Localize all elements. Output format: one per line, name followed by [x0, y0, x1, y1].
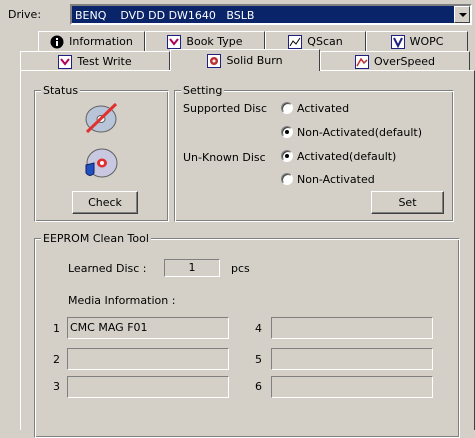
media-slot-1-number: 1 [53, 322, 60, 335]
check-button-label: Check [88, 196, 122, 209]
media-slot-3-field [67, 376, 229, 398]
drive-label: Drive: [8, 8, 42, 21]
media-slot-1-field: CMC MAG F01 [67, 317, 229, 339]
drive-select-value: BENQ DVD DD DW1640 BSLB [75, 9, 255, 22]
media-slot-4-number: 4 [255, 322, 262, 335]
unknown-disc-label: Un-Known Disc [183, 151, 266, 164]
supported-disc-label: Supported Disc [183, 102, 268, 115]
media-slot-2-field [67, 348, 229, 370]
status-group: Status Check [34, 84, 169, 222]
tab-overspeed[interactable]: OverSpeed [320, 51, 470, 71]
media-slot-2-number: 2 [53, 353, 60, 366]
check-button[interactable]: Check [72, 191, 138, 214]
info-icon [50, 35, 64, 49]
media-slot-4-field [271, 317, 433, 339]
chevron-down-icon[interactable] [454, 6, 470, 23]
tab-book-type-label: Book Type [186, 35, 243, 48]
tab-information-label: Information [69, 35, 133, 48]
supported-non-activated-label[interactable]: Non-Activated(default) [297, 126, 422, 139]
media-slot-6-number: 6 [255, 380, 262, 393]
supported-activated-label[interactable]: Activated [297, 102, 349, 115]
set-button-label: Set [398, 196, 417, 209]
media-slot-3-number: 3 [53, 380, 60, 393]
overspeed-icon [355, 54, 370, 69]
tab-test-write-label: Test Write [77, 55, 132, 68]
eeprom-group: EEPROM Clean Tool Learned Disc : 1 pcs M… [34, 232, 460, 438]
media-slot-6-field [271, 376, 433, 398]
setting-group: Setting Supported Disc Activated Non-Act… [174, 84, 454, 222]
unknown-non-activated-radio[interactable] [281, 173, 293, 185]
tab-wopc[interactable]: WOPC [366, 31, 468, 51]
supported-activated-radio[interactable] [281, 102, 293, 114]
media-information-label: Media Information : [68, 294, 176, 307]
unknown-activated-radio[interactable] [281, 150, 293, 162]
status-title: Status [41, 84, 81, 97]
tab-wopc-label: WOPC [409, 35, 444, 48]
drive-select[interactable]: BENQ DVD DD DW1640 BSLB [70, 4, 472, 25]
disc-shield-icon [83, 147, 119, 184]
book-icon [167, 34, 182, 49]
solid-burn-icon [207, 53, 222, 68]
tab-qscan-label: QScan [307, 35, 343, 48]
learned-disc-label: Learned Disc : [68, 262, 147, 275]
tab-solid-burn-label: Solid Burn [226, 54, 283, 67]
test-write-icon [58, 54, 73, 69]
wopc-icon [390, 34, 405, 49]
learned-disc-unit: pcs [231, 262, 250, 275]
set-button[interactable]: Set [371, 191, 444, 214]
tab-solid-burn[interactable]: Solid Burn [170, 49, 320, 71]
unknown-non-activated-label[interactable]: Non-Activated [297, 173, 375, 186]
media-slot-5-field [271, 348, 433, 370]
tab-qscan[interactable]: QScan [265, 31, 366, 51]
unknown-activated-label[interactable]: Activated(default) [297, 150, 396, 163]
tab-test-write[interactable]: Test Write [20, 51, 170, 71]
tab-book-type[interactable]: Book Type [145, 31, 265, 51]
tab-overspeed-label: OverSpeed [374, 55, 435, 68]
media-slot-5-number: 5 [255, 353, 262, 366]
disc-disabled-icon [83, 101, 119, 138]
eeprom-title: EEPROM Clean Tool [41, 232, 151, 245]
supported-non-activated-radio[interactable] [281, 126, 293, 138]
tab-information[interactable]: Information [38, 31, 145, 51]
setting-title: Setting [181, 84, 225, 97]
chart-icon [288, 34, 303, 49]
learned-disc-value: 1 [164, 259, 220, 277]
